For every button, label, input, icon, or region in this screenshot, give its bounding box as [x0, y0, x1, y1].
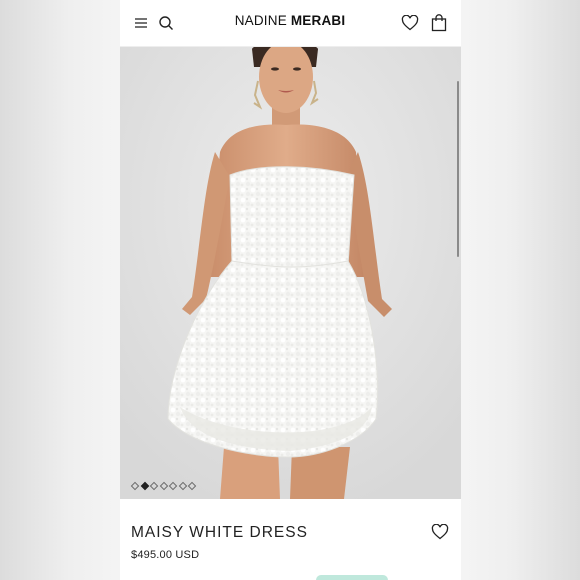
brand-logo[interactable]: NADINE MERABI	[210, 13, 370, 28]
add-to-wishlist-heart-icon[interactable]	[431, 523, 451, 544]
wishlist-heart-icon[interactable]	[399, 12, 421, 34]
product-image-carousel[interactable]	[120, 47, 461, 499]
menu-icon[interactable]	[130, 12, 152, 34]
product-title: MAISY WHITE DRESS	[131, 524, 308, 541]
carousel-dot-7[interactable]	[187, 481, 197, 491]
carousel-dot-5[interactable]	[168, 481, 178, 491]
brand-name-light: NADINE	[234, 13, 291, 28]
shopping-bag-icon[interactable]	[428, 12, 450, 34]
phone-screen: NADINE MERABI MAISY WHITE DRESS $495.00 …	[120, 0, 461, 580]
carousel-dot-6[interactable]	[178, 481, 187, 491]
site-header: NADINE MERABI	[120, 0, 461, 47]
carousel-dot-3[interactable]	[149, 481, 159, 491]
carousel-pagination	[130, 481, 197, 491]
carousel-dot-4[interactable]	[159, 481, 168, 491]
product-photo	[120, 47, 461, 499]
scrollbar[interactable]	[457, 81, 459, 257]
search-icon[interactable]	[155, 12, 177, 34]
carousel-dot-2-active[interactable]	[140, 481, 149, 491]
brand-name-bold: MERABI	[290, 13, 346, 28]
carousel-dot-1[interactable]	[130, 481, 140, 491]
product-price: $495.00 USD	[131, 549, 200, 561]
add-to-cart-button-partial[interactable]	[316, 575, 388, 580]
